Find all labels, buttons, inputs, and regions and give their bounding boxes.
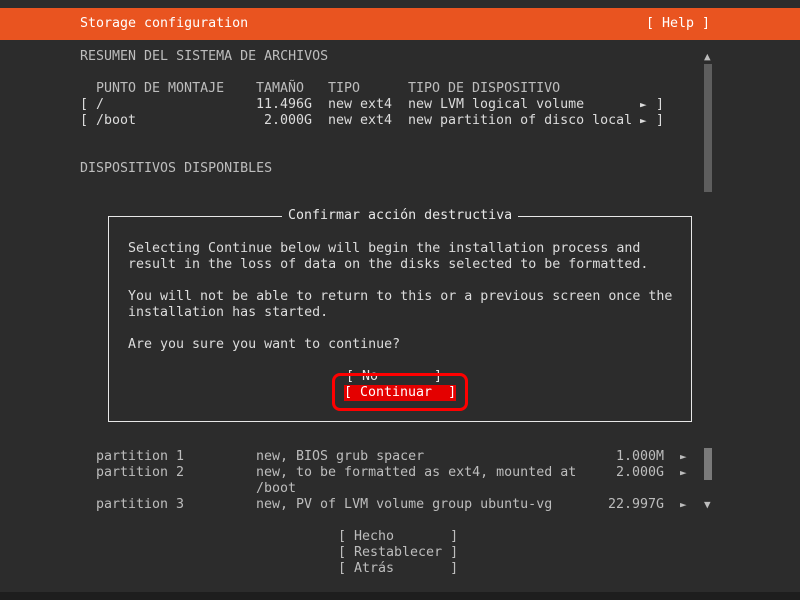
row-arrow-icon[interactable]: ►: [640, 97, 647, 113]
scrollbar-thumb[interactable]: [704, 64, 712, 192]
row-arrow-icon[interactable]: ►: [640, 113, 647, 129]
col-device-type: TIPO DE DISPOSITIVO: [408, 81, 561, 96]
partition-size: 2.000G: [616, 465, 665, 480]
row-bracket-close: ]: [656, 97, 665, 112]
highlight-annotation: [332, 373, 468, 411]
row-bracket-open: [: [80, 113, 89, 128]
scrollbar-track[interactable]: [704, 64, 712, 192]
partition-name: partition 2: [96, 465, 185, 480]
help-button[interactable]: [ Help ]: [646, 16, 710, 32]
dialog-text-line: result in the loss of data on the disks …: [128, 257, 649, 272]
partition-arrow-icon[interactable]: ►: [680, 497, 687, 513]
row-size: 11.496G: [256, 97, 313, 112]
title-bar: Storage configuration [ Help ]: [0, 8, 800, 40]
row-device: new partition of disco local: [408, 113, 633, 128]
scrollbar-track[interactable]: [704, 448, 712, 480]
reset-button[interactable]: [ Restablecer ]: [338, 545, 458, 561]
page-title: Storage configuration: [80, 16, 249, 31]
partition-name: partition 1: [96, 449, 185, 464]
partition-size: 22.997G: [608, 497, 665, 512]
row-type: new ext4: [328, 97, 393, 112]
row-device: new LVM logical volume: [408, 97, 585, 112]
scroll-up-icon[interactable]: ▲: [704, 49, 711, 65]
row-type: new ext4: [328, 113, 393, 128]
partition-desc-cont: /boot: [256, 481, 297, 496]
summary-heading: RESUMEN DEL SISTEMA DE ARCHIVOS: [80, 49, 329, 64]
scrollbar-thumb[interactable]: [704, 448, 712, 480]
col-type: TIPO: [328, 81, 361, 96]
row-bracket-close: ]: [656, 113, 665, 128]
scroll-down-icon[interactable]: ▼: [704, 497, 711, 513]
done-button[interactable]: [ Hecho ]: [338, 529, 458, 545]
partition-size: 1.000M: [616, 449, 665, 464]
back-button[interactable]: [ Atrás ]: [338, 561, 458, 577]
partition-arrow-icon[interactable]: ►: [680, 465, 687, 481]
dialog-text-line: installation has started.: [128, 305, 329, 320]
partition-desc: new, BIOS grub spacer: [256, 449, 425, 464]
dialog-text-line: Selecting Continue below will begin the …: [128, 241, 641, 256]
row-size: 2.000G: [264, 113, 313, 128]
bottom-strip: [0, 592, 800, 600]
dialog-question: Are you sure you want to continue?: [128, 337, 401, 352]
dialog-title: Confirmar acción destructiva: [282, 208, 519, 224]
partition-desc: new, PV of LVM volume group ubuntu-vg: [256, 497, 553, 512]
row-bracket-open: [: [80, 97, 89, 112]
row-mount: /boot: [96, 113, 137, 128]
col-size: TAMAÑO: [256, 81, 305, 96]
partition-desc: new, to be formatted as ext4, mounted at: [256, 465, 577, 480]
partition-arrow-icon[interactable]: ►: [680, 449, 687, 465]
row-mount: /: [96, 97, 105, 112]
available-heading: DISPOSITIVOS DISPONIBLES: [80, 161, 273, 176]
partition-name: partition 3: [96, 497, 185, 512]
col-mount: PUNTO DE MONTAJE: [96, 81, 225, 96]
dialog-text-line: You will not be able to return to this o…: [128, 289, 673, 304]
